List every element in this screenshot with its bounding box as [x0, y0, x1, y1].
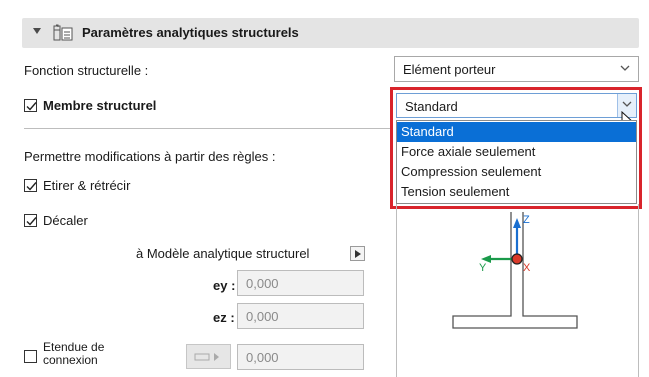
analytical-model-button[interactable]	[350, 246, 365, 261]
connection-extent-checkbox[interactable]	[24, 350, 37, 363]
checkmark-icon	[26, 217, 37, 226]
ey-input[interactable]: 0,000	[237, 270, 364, 296]
axis-y-label: Y	[479, 262, 487, 274]
section-header[interactable]: Paramètres analytiques structurels	[22, 18, 639, 48]
structural-function-label: Fonction structurelle :	[24, 63, 149, 78]
stretch-checkbox[interactable]	[24, 179, 37, 192]
checkmark-icon	[26, 102, 37, 111]
ey-value: 0,000	[246, 276, 279, 291]
preview-border-right	[638, 204, 639, 377]
connection-extent-input[interactable]: 0,000	[237, 344, 364, 370]
ez-value: 0,000	[246, 309, 279, 324]
structural-member-select[interactable]: Standard	[396, 93, 637, 118]
connection-extent-label: Etendue de connexion	[43, 341, 104, 367]
ey-label: ey :	[213, 278, 236, 293]
section-preview	[452, 212, 578, 329]
option-standard[interactable]: Standard	[397, 122, 636, 142]
divider	[24, 128, 390, 129]
offset-checkbox[interactable]	[24, 214, 37, 227]
connection-shape-icon	[194, 353, 219, 361]
axis-x-label: X	[523, 262, 531, 274]
offset-label: Décaler	[43, 213, 88, 228]
ez-input[interactable]: 0,000	[237, 303, 364, 329]
chevron-down-icon	[622, 101, 632, 107]
connection-extent-label-line2: connexion	[43, 353, 98, 367]
chevron-down-icon	[620, 65, 630, 71]
ez-label: ez :	[213, 310, 235, 325]
checkmark-icon	[26, 182, 37, 191]
structural-member-value: Standard	[405, 99, 458, 114]
play-icon	[355, 250, 361, 258]
option-tension[interactable]: Tension seulement	[397, 182, 636, 202]
connection-extent-value: 0,000	[246, 350, 279, 365]
structural-function-select[interactable]: Elément porteur	[394, 56, 639, 82]
structural-settings-icon	[53, 24, 73, 41]
stretch-label: Etirer & rétrécir	[43, 178, 131, 193]
section-title: Paramètres analytiques structurels	[82, 25, 299, 40]
structural-function-value: Elément porteur	[403, 62, 496, 77]
structural-member-options[interactable]: Standard Force axiale seulement Compress…	[396, 120, 637, 204]
connection-extent-type-button[interactable]	[186, 344, 231, 369]
option-compression[interactable]: Compression seulement	[397, 162, 636, 182]
rules-heading: Permettre modifications à partir des règ…	[24, 149, 276, 164]
analytical-model-label: à Modèle analytique structurel	[136, 246, 310, 261]
option-axial-force[interactable]: Force axiale seulement	[397, 142, 636, 162]
structural-member-checkbox[interactable]	[24, 99, 37, 112]
collapse-arrow-icon[interactable]	[33, 28, 41, 34]
structural-member-label: Membre structurel	[43, 98, 157, 113]
axis-z-label: Z	[523, 214, 530, 226]
